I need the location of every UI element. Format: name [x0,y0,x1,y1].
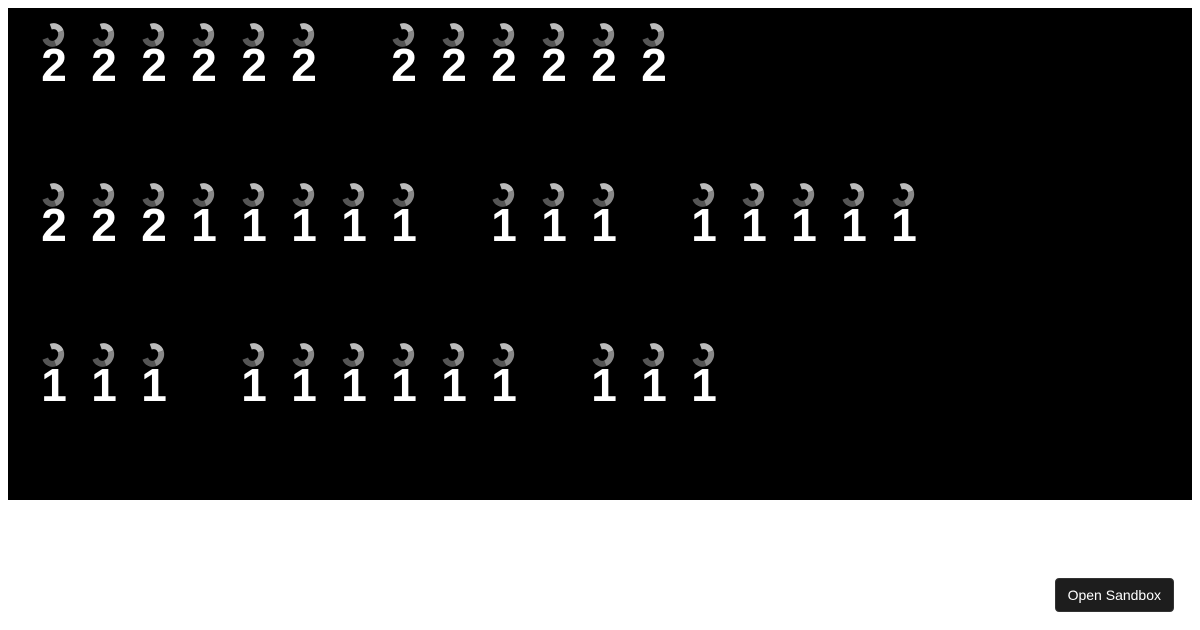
glyph-1: 1 [338,348,370,408]
glyph-1: 1 [488,348,520,408]
glyph-1: 1 [638,348,670,408]
glyph-1: 1 [588,188,620,248]
digit: 1 [238,202,270,248]
glyph-1: 1 [238,348,270,408]
digit: 2 [38,202,70,248]
digit: 1 [438,362,470,408]
gap [338,28,370,88]
glyph-1: 1 [838,188,870,248]
glyph-2: 2 [538,28,570,88]
digit: 1 [838,202,870,248]
digit: 1 [388,202,420,248]
row-2: 2221111111111111 [38,188,920,248]
glyph-2: 2 [88,28,120,88]
glyph-2: 2 [138,28,170,88]
digit: 2 [638,42,670,88]
digit: 1 [338,362,370,408]
glyph-1: 1 [438,348,470,408]
digit: 2 [138,202,170,248]
glyph-1: 1 [488,188,520,248]
digit: 1 [288,362,320,408]
glyph-1: 1 [138,348,170,408]
digit: 2 [88,42,120,88]
digit: 1 [688,362,720,408]
digit: 2 [88,202,120,248]
glyph-2: 2 [88,188,120,248]
glyph-2: 2 [438,28,470,88]
digit: 1 [538,202,570,248]
glyph-1: 1 [388,188,420,248]
digit: 1 [588,362,620,408]
glyph-1: 1 [238,188,270,248]
gap [638,188,670,248]
visualization-canvas: 222222222222 2221111111111111 1111111111… [8,8,1192,500]
row-1: 222222222222 [38,28,670,88]
glyph-1: 1 [38,348,70,408]
digit: 1 [638,362,670,408]
open-sandbox-button[interactable]: Open Sandbox [1055,578,1174,612]
glyph-2: 2 [188,28,220,88]
digit: 1 [288,202,320,248]
glyph-2: 2 [488,28,520,88]
glyph-2: 2 [238,28,270,88]
digit: 1 [688,202,720,248]
row-3: 111111111111 [38,348,720,408]
digit: 1 [338,202,370,248]
digit: 1 [388,362,420,408]
glyph-1: 1 [388,348,420,408]
glyph-2: 2 [588,28,620,88]
glyph-1: 1 [788,188,820,248]
glyph-2: 2 [138,188,170,248]
glyph-1: 1 [688,188,720,248]
digit: 2 [588,42,620,88]
gap [538,348,570,408]
gap [438,188,470,248]
digit: 1 [138,362,170,408]
digit: 2 [438,42,470,88]
digit: 1 [488,362,520,408]
digit: 2 [38,42,70,88]
glyph-1: 1 [88,348,120,408]
digit: 2 [488,42,520,88]
glyph-2: 2 [38,28,70,88]
glyph-1: 1 [738,188,770,248]
digit: 2 [288,42,320,88]
glyph-2: 2 [388,28,420,88]
digit: 1 [88,362,120,408]
glyph-1: 1 [888,188,920,248]
digit: 2 [188,42,220,88]
digit: 1 [788,202,820,248]
glyph-1: 1 [338,188,370,248]
glyph-2: 2 [38,188,70,248]
digit: 1 [238,362,270,408]
gap [188,348,220,408]
digit: 2 [238,42,270,88]
glyph-1: 1 [288,348,320,408]
digit: 2 [538,42,570,88]
digit: 1 [588,202,620,248]
glyph-1: 1 [588,348,620,408]
digit: 1 [188,202,220,248]
digit: 1 [488,202,520,248]
digit: 2 [138,42,170,88]
digit: 1 [888,202,920,248]
digit: 2 [388,42,420,88]
digit: 1 [38,362,70,408]
digit: 1 [738,202,770,248]
glyph-1: 1 [288,188,320,248]
glyph-1: 1 [688,348,720,408]
glyph-1: 1 [538,188,570,248]
glyph-2: 2 [638,28,670,88]
glyph-2: 2 [288,28,320,88]
glyph-1: 1 [188,188,220,248]
